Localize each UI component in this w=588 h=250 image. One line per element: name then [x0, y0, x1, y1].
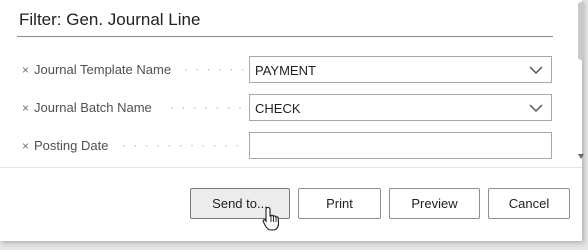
hand-pointer-icon [262, 206, 280, 231]
vertical-scrollbar[interactable] [578, 0, 584, 165]
chevron-down-icon[interactable] [529, 102, 543, 114]
scrollbar-thumb[interactable] [578, 2, 584, 60]
footer-divider [0, 167, 582, 168]
posting-date-input[interactable] [249, 132, 552, 159]
label-leader-dots: · · · · · · · · · · · · · · [122, 138, 244, 152]
remove-filter-journal-template-icon[interactable]: × [22, 63, 29, 77]
remove-filter-journal-batch-icon[interactable]: × [22, 101, 29, 115]
journal-template-value: PAYMENT [255, 63, 316, 78]
label-leader-dots: · · · · · · · [184, 62, 244, 76]
title-divider [17, 36, 553, 37]
label-leader-dots: · · · · · · · · · [170, 100, 244, 114]
chevron-down-icon[interactable] [529, 64, 543, 76]
dialog-title: Filter: Gen. Journal Line [19, 10, 201, 29]
filter-label-journal-template: Journal Template Name [34, 62, 172, 77]
filter-row-journal-batch: × Journal Batch Name · · · · · · · · · C… [22, 94, 556, 124]
scroll-down-arrow-icon[interactable] [578, 154, 584, 159]
filter-label-journal-batch: Journal Batch Name [34, 100, 152, 115]
filter-row-posting-date: × Posting Date · · · · · · · · · · · · ·… [22, 132, 556, 162]
journal-batch-dropdown[interactable]: CHECK [249, 94, 552, 121]
filter-label-posting-date: Posting Date [34, 138, 109, 153]
filter-row-journal-template: × Journal Template Name · · · · · · · PA… [22, 56, 556, 86]
cancel-button[interactable]: Cancel [488, 188, 570, 219]
filter-dialog: Filter: Gen. Journal Line × Journal Temp… [0, 0, 584, 241]
preview-button[interactable]: Preview [389, 188, 480, 219]
print-button[interactable]: Print [298, 188, 381, 219]
journal-template-dropdown[interactable]: PAYMENT [249, 56, 552, 83]
journal-batch-value: CHECK [255, 101, 301, 116]
remove-filter-posting-date-icon[interactable]: × [22, 139, 29, 153]
